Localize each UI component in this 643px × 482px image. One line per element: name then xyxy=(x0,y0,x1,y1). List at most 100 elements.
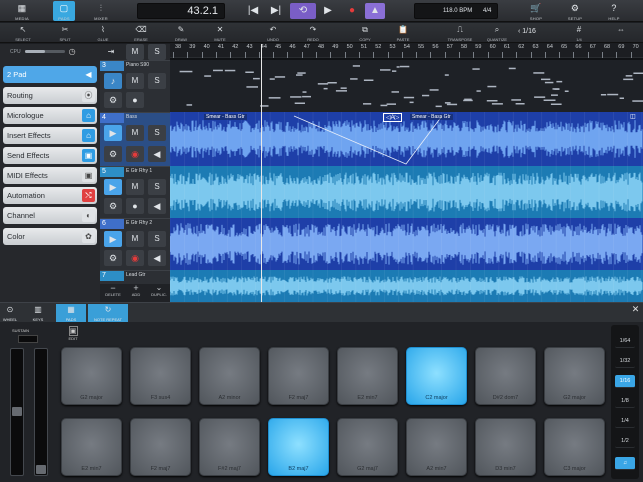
track-3-record-icon[interactable]: ● xyxy=(126,92,144,108)
inspector-routing[interactable]: Routing ⦿ xyxy=(3,87,97,104)
pad-2-3[interactable]: F#2 maj7 xyxy=(199,418,260,476)
ruler-bar-43[interactable]: 43 xyxy=(244,44,253,58)
lane-egtr1[interactable] xyxy=(170,166,643,218)
automation-icon[interactable]: ⤭ xyxy=(82,189,95,202)
ruler-bar-68[interactable]: 68 xyxy=(602,44,610,58)
ruler-bar-51[interactable]: 51 xyxy=(358,44,367,58)
ruler-bar-54[interactable]: 54 xyxy=(401,44,410,58)
inspector-insert-effects[interactable]: Insert Effects ⌂ xyxy=(3,127,97,144)
instrument-icon[interactable]: ⌂ xyxy=(82,109,95,122)
automation-point-icon[interactable]: ◁A▷ xyxy=(383,113,403,122)
ruler-bar-53[interactable]: 53 xyxy=(387,44,396,58)
quantize-button[interactable]: ⌕ QUANTIZE xyxy=(484,24,510,42)
pad-1-2[interactable]: F3 sus4 xyxy=(130,347,191,405)
ruler-bar-38[interactable]: 38 xyxy=(173,44,181,58)
ruler-bar-45[interactable]: 45 xyxy=(273,44,281,58)
ruler-bar-65[interactable]: 65 xyxy=(559,44,567,58)
pad-1-8[interactable]: G2 major xyxy=(544,347,605,405)
ruler-bar-39[interactable]: 39 xyxy=(187,44,195,58)
track-header-5[interactable]: 5E Gtr Rhy 1 ▶ M S ⚙ ● ◀ xyxy=(100,166,170,218)
copy-button[interactable]: ⧉ COPY xyxy=(354,24,376,42)
track-4-settings-icon[interactable]: ⚙ xyxy=(104,146,122,162)
pads-view-button[interactable]: ▢ PADS xyxy=(53,1,75,21)
tempo-display[interactable]: 118.0 BPM 4/4 xyxy=(414,3,498,19)
fold-icon[interactable]: ⇥ xyxy=(102,44,120,60)
global-solo-button[interactable]: S xyxy=(148,44,166,60)
track-4-record-icon[interactable]: ◉ xyxy=(126,146,144,162)
clip-edit-icon[interactable]: ◫ xyxy=(630,113,636,120)
pad-2-5[interactable]: G2 maj7 xyxy=(337,418,398,476)
ruler-bar-48[interactable]: 48 xyxy=(316,44,324,58)
track-3-mute[interactable]: M xyxy=(126,73,144,89)
playhead[interactable] xyxy=(261,44,262,302)
inspector-channel[interactable]: Channel ◐ xyxy=(3,207,97,224)
global-mute-button[interactable]: M xyxy=(126,44,144,60)
inspector-instrument[interactable]: Micrologue ⌂ xyxy=(3,107,97,124)
duplicate-track-button[interactable]: ⌄ DUPLIC. xyxy=(148,284,170,298)
mixer-button[interactable]: ⫶ MIXER xyxy=(90,1,112,21)
pad-1-4[interactable]: F2 maj7 xyxy=(268,347,329,405)
track-header-7[interactable]: 7 Lead Gtr xyxy=(100,270,170,284)
track-5-mute[interactable]: M xyxy=(126,179,144,195)
quantize-value[interactable]: ‹ 1/16 xyxy=(518,28,536,35)
delete-track-button[interactable]: − DELETE xyxy=(102,284,124,298)
ruler-bar-42[interactable]: 42 xyxy=(230,44,238,58)
repeat-rate-1-16[interactable]: 1/16 xyxy=(615,375,635,388)
track-header-4[interactable]: 4 Bass ▶ M S ⚙ ◉ ◀ xyxy=(100,112,170,166)
ruler-bar-58[interactable]: 58 xyxy=(459,44,467,58)
loop-button[interactable]: ⟲ xyxy=(290,3,316,19)
track-4-monitor-icon[interactable]: ◀ xyxy=(148,146,166,162)
inspector-color[interactable]: Color ✿ xyxy=(3,228,97,245)
track-header-3[interactable]: 3 Piano S90 ♪ M S ⚙ ● xyxy=(100,60,170,112)
track-6-record-icon[interactable]: ◉ xyxy=(126,250,144,266)
edit-pads-button[interactable]: ▣ EDIT xyxy=(64,326,82,346)
ruler-bar-47[interactable]: 47 xyxy=(301,44,310,58)
ruler-bar-69[interactable]: 69 xyxy=(616,44,624,58)
lane-piano[interactable] xyxy=(170,60,643,112)
forward-button[interactable]: ▶| xyxy=(266,3,286,19)
track-5-play-icon[interactable]: ▶ xyxy=(104,179,122,195)
close-icon[interactable]: ✕ xyxy=(629,303,642,316)
collapse-icon[interactable]: ◀ xyxy=(82,68,95,81)
rewind-button[interactable]: |◀ xyxy=(243,3,263,19)
pad-2-4[interactable]: B2 maj7 xyxy=(268,418,329,476)
inspector-midi-effects[interactable]: MIDI Effects ▣ xyxy=(3,167,97,184)
ruler-bar-57[interactable]: 57 xyxy=(444,44,453,58)
draw-tool[interactable]: ✎ DRAW xyxy=(170,24,192,42)
select-tool[interactable]: ↖ SELECT xyxy=(12,24,34,42)
track-6-mute[interactable]: M xyxy=(126,231,144,247)
triplet-icon[interactable]: ♫ xyxy=(615,457,635,470)
undo-button[interactable]: ↶ UNDO xyxy=(262,24,284,42)
media-button[interactable]: ▦ MEDIA xyxy=(10,1,34,21)
lane-egtr2[interactable] xyxy=(170,218,643,270)
track-4-mute[interactable]: M xyxy=(126,125,144,141)
wheel-button[interactable]: ⊙ WHEEL xyxy=(0,304,20,322)
track-4-solo[interactable]: S xyxy=(148,125,166,141)
ruler-bar-49[interactable]: 49 xyxy=(330,44,338,58)
setup-button[interactable]: ⚙ SETUP xyxy=(564,1,586,21)
repeat-rate-1-4[interactable]: 1/4 xyxy=(615,415,635,428)
pitch-slider[interactable] xyxy=(10,348,24,476)
track-header-6[interactable]: 6E Gtr Rhy 2 ▶ M S ⚙ ◉ ◀ xyxy=(100,218,170,270)
repeat-rate-1-64[interactable]: 1/64 xyxy=(615,335,635,348)
pads-mode-button[interactable]: ▦ PADS xyxy=(56,304,86,322)
metronome-button[interactable]: ▲ xyxy=(365,3,385,19)
paste-button[interactable]: 📋 PASTE xyxy=(392,24,414,42)
ruler-bar-40[interactable]: 40 xyxy=(201,44,210,58)
ruler-bar-60[interactable]: 60 xyxy=(487,44,496,58)
mute-tool[interactable]: ✕ MUTE xyxy=(209,24,231,42)
ruler-bar-41[interactable]: 41 xyxy=(215,44,224,58)
play-button[interactable]: ▶ xyxy=(318,3,338,19)
pad-1-3[interactable]: A2 minor xyxy=(199,347,260,405)
ruler-bar-66[interactable]: 66 xyxy=(573,44,582,58)
lane-lead[interactable] xyxy=(170,270,643,302)
track-3-solo[interactable]: S xyxy=(148,73,166,89)
track-6-solo[interactable]: S xyxy=(148,231,166,247)
pad-1-5[interactable]: E2 min7 xyxy=(337,347,398,405)
insert-icon[interactable]: ⌂ xyxy=(82,129,95,142)
position-display[interactable]: 43.2.1 xyxy=(137,3,225,19)
ruler-bar-52[interactable]: 52 xyxy=(373,44,381,58)
track-5-solo[interactable]: S xyxy=(148,179,166,195)
pad-2-1[interactable]: E2 min7 xyxy=(61,418,122,476)
pad-2-8[interactable]: C3 major xyxy=(544,418,605,476)
